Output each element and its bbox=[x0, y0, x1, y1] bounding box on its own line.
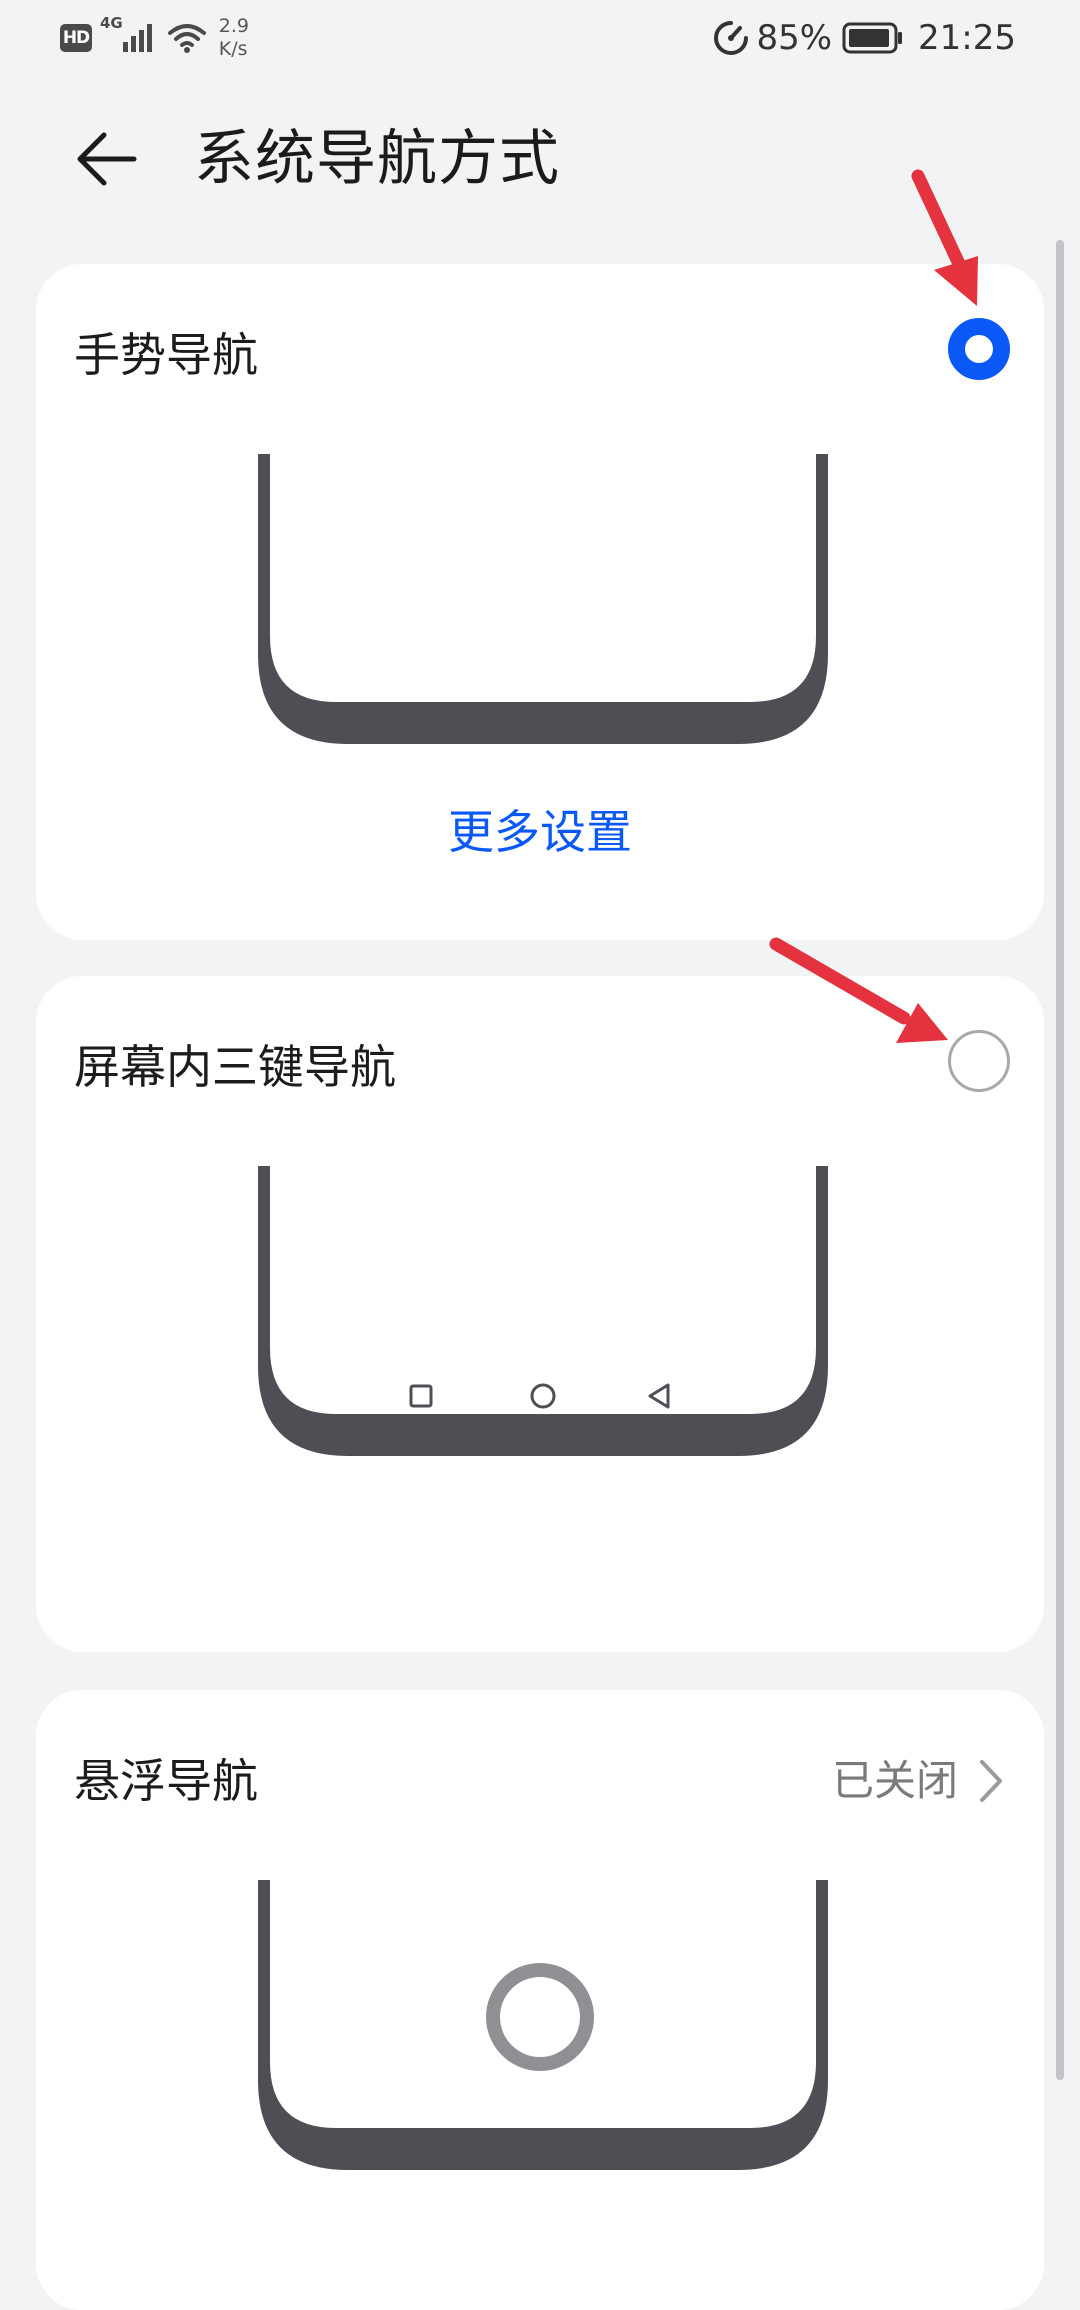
square-key-icon bbox=[409, 1384, 433, 1408]
three-key-navigation-title: 屏幕内三键导航 bbox=[74, 1040, 396, 1094]
gesture-navigation-title: 手势导航 bbox=[74, 328, 258, 382]
three-key-navigation-radio[interactable] bbox=[948, 1030, 1010, 1092]
circle-key-icon bbox=[530, 1383, 556, 1409]
gesture-phone-illustration bbox=[258, 454, 828, 744]
triangle-back-key-icon bbox=[648, 1383, 670, 1409]
network-speed: 2.9 K/s bbox=[218, 15, 249, 60]
three-key-phone-illustration bbox=[258, 1166, 828, 1456]
data-saver-icon bbox=[714, 21, 749, 55]
title-bar: 系统导航方式 bbox=[0, 80, 1080, 240]
clock: 21:25 bbox=[918, 18, 1016, 58]
battery-icon bbox=[842, 22, 903, 54]
floating-dock-icon bbox=[486, 1963, 594, 2071]
more-settings-link[interactable]: 更多设置 bbox=[36, 802, 1044, 862]
floating-navigation-status: 已关闭 bbox=[831, 1756, 958, 1805]
floating-navigation-title: 悬浮导航 bbox=[74, 1754, 258, 1808]
network-type: 4G bbox=[100, 14, 123, 32]
gesture-navigation-radio[interactable] bbox=[948, 318, 1010, 380]
wifi-icon bbox=[167, 24, 206, 53]
floating-dock-phone-illustration bbox=[258, 1880, 828, 2170]
hd-icon: HD bbox=[60, 24, 92, 52]
back-button[interactable] bbox=[66, 122, 146, 196]
scrollbar[interactable] bbox=[1056, 240, 1064, 2080]
page-title: 系统导航方式 bbox=[194, 124, 560, 194]
status-bar: HD 4G 2.9 K/s 85% 21:25 bbox=[0, 0, 1080, 80]
chevron-right-icon bbox=[980, 1760, 1002, 1802]
back-arrow-icon bbox=[77, 132, 137, 186]
signal-icon bbox=[122, 24, 152, 52]
gesture-navigation-card[interactable]: 手势导航 更多设置 bbox=[36, 264, 1044, 940]
three-key-navigation-card[interactable]: 屏幕内三键导航 bbox=[36, 976, 1044, 1652]
battery-percent: 85% bbox=[756, 18, 833, 58]
floating-navigation-card[interactable]: 悬浮导航 已关闭 bbox=[36, 1690, 1044, 2310]
